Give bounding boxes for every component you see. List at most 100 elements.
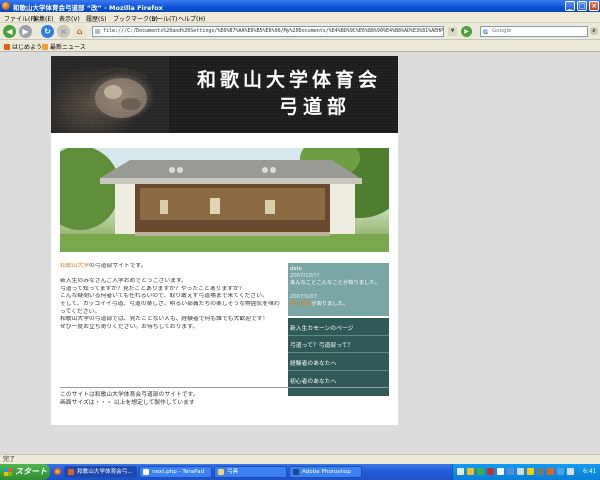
minimize-button[interactable]: _ bbox=[565, 1, 575, 11]
menu-history[interactable]: 履歴(S) bbox=[86, 14, 107, 23]
firefox-icon bbox=[68, 469, 74, 475]
firefox-quicklaunch-icon[interactable] bbox=[54, 468, 61, 475]
task-label: next.php - TeraPad bbox=[152, 469, 205, 475]
intro-line-text: こんな疑問いる何者いても任れるいので、取り敢えず弓道場まで来てください。 bbox=[60, 293, 268, 300]
navigation-toolbar: ◀ ▶ ↻ × ⌂ file:///C:/Documents%20and%20S… bbox=[0, 23, 600, 40]
intro-line-text: 弓道って知ってますか？見たことありますか？やったことありますか？ bbox=[60, 285, 245, 292]
task-label: 和歌山大学体育会弓... bbox=[77, 469, 133, 475]
footer-line: 画面サイズは・・・ 以上を想定して製作しています bbox=[60, 399, 195, 406]
bookmarks-toolbar: はじめよう 最新ニュース bbox=[0, 40, 600, 52]
forward-button[interactable]: ▶ bbox=[19, 25, 32, 38]
home-button[interactable]: ⌂ bbox=[73, 25, 86, 38]
tray-icon[interactable] bbox=[477, 468, 484, 475]
tray-icon[interactable] bbox=[487, 468, 494, 475]
intro-line: 和歌山大学の弓道部では、見たことない人も、経験者で何も誰でも大歓迎です！ bbox=[60, 316, 282, 324]
tray-icon[interactable] bbox=[497, 468, 504, 475]
task-firefox[interactable]: 和歌山大学体育会弓... bbox=[64, 466, 137, 478]
menu-view[interactable]: 表示(V) bbox=[59, 14, 80, 23]
go-button[interactable]: ▶ bbox=[461, 26, 472, 37]
link-beginners[interactable]: 初心者のあなたへ bbox=[290, 376, 336, 385]
tray-icon[interactable] bbox=[537, 468, 544, 475]
banner-title: 和歌山大学体育会 bbox=[197, 69, 382, 91]
photoshop-icon bbox=[293, 469, 299, 475]
windows-taskbar: スタート 和歌山大学体育会弓... next.php - TeraPad 弓具 … bbox=[0, 464, 600, 480]
intro-line-text: 新入生のみなさんご入学おめでとうございます。 bbox=[60, 278, 187, 285]
tray-icon[interactable] bbox=[517, 468, 524, 475]
intro-line-text: そして、カッコイイ弓道、弓道の楽しさ、明るい部員たちの楽しそうな雰囲気を味わって… bbox=[60, 300, 280, 315]
menu-help[interactable]: ヘルプ(H) bbox=[178, 14, 205, 23]
divider bbox=[288, 352, 389, 353]
site-page: 和歌山大学体育会 弓道部 和歌山大学の弓道部サイトです。 新入生のみなさんご入学… bbox=[51, 56, 398, 425]
network-icon[interactable] bbox=[557, 468, 564, 475]
task-photoshop[interactable]: Adobe Photoshop bbox=[289, 466, 362, 478]
search-input[interactable]: G Google bbox=[480, 26, 588, 37]
intro-text: 和歌山大学の弓道部サイトです。 新入生のみなさんご入学おめでとうございます。 弓… bbox=[60, 263, 282, 331]
bookmark-icon bbox=[4, 44, 10, 50]
footer-line: このサイトは和歌山大学体育会弓道部のサイトです。 bbox=[60, 392, 199, 398]
browser-viewport[interactable]: 和歌山大学体育会 弓道部 和歌山大学の弓道部サイトです。 新入生のみなさんご入学… bbox=[0, 52, 600, 454]
task-terapad[interactable]: next.php - TeraPad bbox=[139, 466, 212, 478]
bookmark-label: はじめよう bbox=[12, 44, 43, 51]
task-label: Adobe Photoshop bbox=[302, 469, 351, 475]
news-date: 2007/10/?? bbox=[290, 272, 320, 279]
news-label: date bbox=[290, 266, 302, 272]
folder-icon bbox=[218, 469, 224, 475]
menu-edit[interactable]: 編集(E) bbox=[33, 14, 53, 23]
task-folder[interactable]: 弓具 bbox=[214, 466, 287, 478]
divider bbox=[288, 335, 389, 336]
divider bbox=[288, 370, 389, 371]
close-button[interactable]: × bbox=[589, 1, 599, 11]
maximize-button[interactable]: □ bbox=[577, 1, 587, 11]
system-tray: 6:41 bbox=[452, 464, 600, 480]
intro-line-text: ぜひ一度お立ち寄りください。お待ちしております。 bbox=[60, 323, 199, 330]
menu-tools[interactable]: ツール(T) bbox=[151, 14, 177, 23]
ime-icon[interactable] bbox=[457, 468, 464, 475]
start-label: スタート bbox=[15, 467, 47, 476]
back-button[interactable]: ◀ bbox=[3, 25, 16, 38]
intro-line: ぜひ一度お立ち寄りください。お待ちしております。 bbox=[60, 324, 282, 332]
intro-line-text: の弓道部サイトです。 bbox=[89, 263, 147, 269]
intro-line: 新入生のみなさんご入学おめでとうございます。 bbox=[60, 278, 282, 286]
link-new-students[interactable]: 新入生カモーンのページ bbox=[290, 323, 353, 332]
volume-icon[interactable] bbox=[567, 468, 574, 475]
task-label: 弓具 bbox=[227, 469, 239, 475]
tray-icon[interactable] bbox=[467, 468, 474, 475]
menu-bar: ファイル(F) 編集(E) 表示(V) 履歴(S) ブックマーク(B) ツール(… bbox=[0, 12, 600, 23]
bookmark-getting-started[interactable]: はじめよう bbox=[4, 42, 42, 51]
intro-line: 弓道って知ってますか？見たことありますか？やったことありますか？ bbox=[60, 286, 282, 294]
site-banner: 和歌山大学体育会 弓道部 bbox=[51, 56, 398, 133]
footer-divider bbox=[60, 387, 389, 388]
bookmark-label: 最新ニュース bbox=[50, 44, 86, 51]
tray-icon[interactable] bbox=[507, 468, 514, 475]
dojo-photo bbox=[60, 148, 389, 252]
intro-line: 和歌山大学の弓道部サイトです。 bbox=[60, 263, 282, 271]
search-icon[interactable]: ⌕ bbox=[590, 27, 598, 35]
news-text: がありました。 bbox=[311, 301, 349, 308]
tray-icon[interactable] bbox=[527, 468, 534, 475]
bookmark-latest-news[interactable]: 最新ニュース bbox=[42, 42, 86, 51]
clock[interactable]: 6:41 bbox=[583, 468, 596, 475]
link-experienced[interactable]: 経験者のあなたへ bbox=[290, 358, 336, 367]
reload-button[interactable]: ↻ bbox=[41, 25, 54, 38]
university-link[interactable]: 和歌山大学 bbox=[60, 263, 89, 269]
intro-line: こんな疑問いる何者いても任れるいので、取り敢えず弓道場まで来てください。 bbox=[60, 293, 282, 301]
menu-file[interactable]: ファイル(F) bbox=[4, 14, 36, 23]
intro-line-text: 和歌山大学の弓道部では、見たことない人も、経験者で何も誰でも大歓迎です！ bbox=[60, 316, 269, 323]
url-input[interactable]: file:///C:/Documents%20and%20Settings/%E… bbox=[92, 26, 444, 37]
news-highlight[interactable]: 新入部員 bbox=[290, 301, 311, 307]
site-footer: このサイトは和歌山大学体育会弓道部のサイトです。 画面サイズは・・・ 以上を想定… bbox=[60, 392, 199, 407]
google-icon: G bbox=[483, 29, 488, 36]
news-item: 新入部員がありました。 bbox=[290, 301, 387, 308]
start-button[interactable]: スタート bbox=[0, 464, 50, 480]
link-about-kyudo[interactable]: 弓道って？弓道部って？ bbox=[290, 340, 353, 349]
windows-logo-icon bbox=[4, 468, 12, 476]
tray-icon[interactable] bbox=[547, 468, 554, 475]
stop-button[interactable]: × bbox=[57, 25, 70, 38]
status-bar: 完了 bbox=[0, 454, 600, 464]
nav-links-box: 新入生カモーンのページ 弓道って？弓道部って？ 経験者のあなたへ 初心者のあなた… bbox=[288, 318, 389, 396]
rss-icon bbox=[42, 44, 48, 50]
window-titlebar[interactable]: 和歌山大学体育会弓道部 “改” - Mozilla Firefox _ □ × bbox=[0, 0, 600, 12]
dropdown-arrow-icon[interactable]: ▼ bbox=[448, 27, 457, 36]
status-text: 完了 bbox=[3, 456, 16, 463]
news-box: date 2007/10/?? あんなことこんなことが有りました。 2007/1… bbox=[288, 263, 389, 316]
